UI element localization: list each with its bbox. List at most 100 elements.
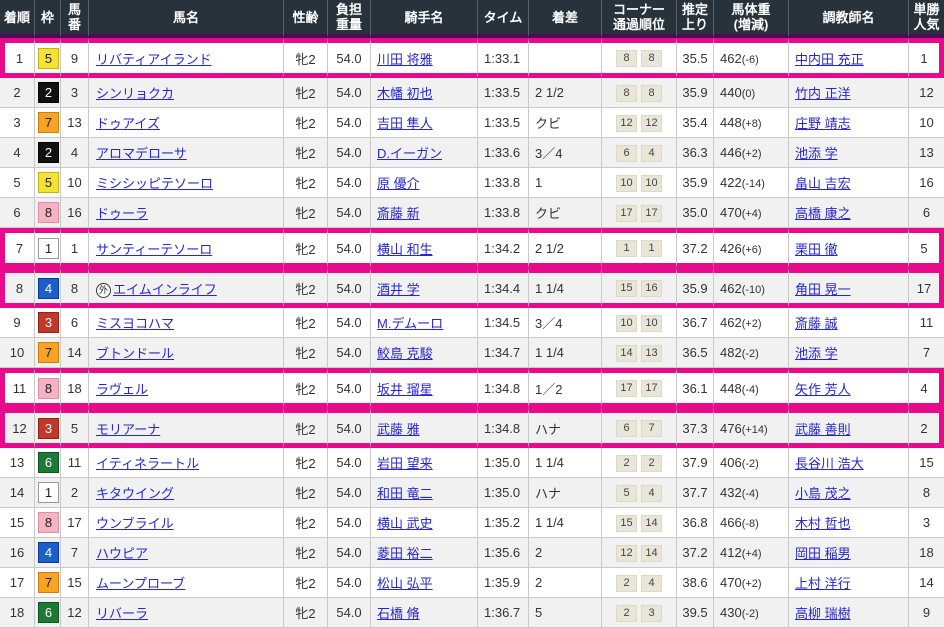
frame-number-cell: 3 [35, 308, 61, 338]
margin: 3／4 [529, 138, 602, 168]
horse-weight: 446(+2) [714, 138, 789, 168]
horse-weight: 462(-10) [714, 268, 789, 308]
frame-number-cell: 2 [35, 78, 61, 108]
horse-weight: 462(+2) [714, 308, 789, 338]
finish-position: 4 [0, 138, 35, 168]
frame-number-badge: 3 [38, 418, 59, 439]
finish-time: 1:33.6 [478, 138, 529, 168]
horse-weight: 440(0) [714, 78, 789, 108]
horse-name-link[interactable]: ミシシッピテソーロ [96, 176, 213, 191]
horse-name-link[interactable]: シンリョクカ [96, 86, 174, 101]
corner-passing-order: 1717 [602, 368, 677, 408]
trainer-cell: 栗田 徹 [789, 228, 909, 268]
finish-position: 18 [0, 598, 35, 628]
jockey-link[interactable]: 武藤 雅 [377, 422, 420, 437]
trainer-link[interactable]: 池添 学 [795, 346, 838, 361]
trainer-link[interactable]: 小島 茂之 [795, 486, 851, 501]
margin: クビ [529, 108, 602, 138]
trainer-cell: 上村 洋行 [789, 568, 909, 598]
horse-name-link[interactable]: キタウイング [96, 486, 174, 501]
horse-number: 17 [61, 508, 89, 538]
jockey-link[interactable]: 菱田 裕二 [377, 546, 433, 561]
horse-name-link[interactable]: ドゥーラ [96, 206, 148, 221]
jockey-link[interactable]: 横山 和生 [377, 242, 433, 257]
result-row: 3713ドゥアイズ牝254.0吉田 隼人1:33.5クビ121235.4448(… [0, 108, 944, 138]
trainer-link[interactable]: 矢作 芳人 [795, 382, 851, 397]
sex-age: 牝2 [284, 78, 328, 108]
trainer-link[interactable]: 木村 哲也 [795, 516, 851, 531]
corner-position-box: 13 [641, 345, 662, 362]
jockey-link[interactable]: 鮫島 克駿 [377, 346, 433, 361]
jockey-link[interactable]: 横山 武史 [377, 516, 433, 531]
trainer-link[interactable]: 角田 晃一 [795, 282, 851, 297]
frame-number-cell: 1 [35, 228, 61, 268]
horse-number: 13 [61, 108, 89, 138]
trainer-link[interactable]: 庄野 靖志 [795, 116, 851, 131]
trainer-link[interactable]: 斎藤 誠 [795, 316, 838, 331]
frame-number-badge: 2 [38, 82, 59, 103]
horse-name-link[interactable]: エイムインライフ [113, 282, 217, 297]
win-popularity: 16 [909, 168, 944, 198]
frame-number-badge: 6 [38, 602, 59, 623]
win-popularity: 12 [909, 78, 944, 108]
jockey-link[interactable]: 和田 竜二 [377, 486, 433, 501]
jockey-link[interactable]: 原 優介 [377, 176, 420, 191]
jockey-link[interactable]: M.デムーロ [377, 316, 443, 331]
corner-position-box: 17 [641, 205, 662, 222]
horse-name-link[interactable]: ブトンドール [96, 346, 174, 361]
sex-age: 牝2 [284, 338, 328, 368]
horse-weight-diff: (+2) [742, 578, 762, 590]
trainer-link[interactable]: 高柳 瑞樹 [795, 606, 851, 621]
horse-name-link[interactable]: サンティーテソーロ [96, 242, 212, 257]
trainer-link[interactable]: 長谷川 浩大 [795, 456, 864, 471]
jockey-link[interactable]: 斎藤 新 [377, 206, 420, 221]
corner-passing-order: 1010 [602, 308, 677, 338]
corner-position-box: 15 [616, 280, 637, 297]
horse-name-link[interactable]: イティネラートル [96, 456, 199, 471]
sex-age: 牝2 [284, 538, 328, 568]
trainer-link[interactable]: 高橋 康之 [795, 206, 851, 221]
trainer-link[interactable]: 竹内 正洋 [795, 86, 851, 101]
horse-weight: 470(+4) [714, 198, 789, 228]
horse-name-link[interactable]: リバティアイランド [96, 52, 212, 67]
corner-position-box: 16 [641, 280, 662, 297]
horse-name-link[interactable]: アロマデローサ [96, 146, 187, 161]
horse-name-link[interactable]: ドゥアイズ [96, 116, 160, 131]
trainer-link[interactable]: 栗田 徹 [795, 242, 838, 257]
horse-weight-diff: (-2) [742, 458, 759, 470]
jockey-link[interactable]: 石橋 脩 [377, 606, 420, 621]
horse-weight-diff: (-2) [742, 608, 759, 620]
jockey-link[interactable]: 岩田 望来 [377, 456, 433, 471]
trainer-link[interactable]: 武藤 善則 [795, 422, 851, 437]
horse-name-link[interactable]: ハウピア [96, 546, 148, 561]
horse-name-link[interactable]: リバーラ [96, 606, 148, 621]
horse-name-link[interactable]: ラヴェル [96, 382, 148, 397]
trainer-cell: 池添 学 [789, 338, 909, 368]
corner-passing-order: 1214 [602, 538, 677, 568]
horse-name-link[interactable]: ウンブライル [96, 516, 174, 531]
jockey-link[interactable]: D.イーガン [377, 146, 442, 161]
trainer-link[interactable]: 池添 学 [795, 146, 838, 161]
frame-number-badge: 8 [38, 512, 59, 533]
frame-number-badge: 3 [38, 312, 59, 333]
win-popularity: 8 [909, 478, 944, 508]
jockey-link[interactable]: 川田 将雅 [377, 52, 433, 67]
horse-name-link[interactable]: モリアーナ [96, 422, 160, 437]
trainer-link[interactable]: 中内田 充正 [795, 52, 864, 67]
horse-number: 12 [61, 598, 89, 628]
col-header-sex_age: 性齢 [284, 0, 328, 38]
sex-age: 牝2 [284, 228, 328, 268]
col-header-pos: 着順 [0, 0, 35, 38]
trainer-link[interactable]: 畠山 吉宏 [795, 176, 851, 191]
jockey-link[interactable]: 吉田 隼人 [377, 116, 433, 131]
jockey-link[interactable]: 木幡 初也 [377, 86, 433, 101]
corner-position-box: 6 [616, 420, 637, 437]
finish-position: 2 [0, 78, 35, 108]
trainer-link[interactable]: 岡田 稲男 [795, 546, 851, 561]
jockey-link[interactable]: 坂井 瑠星 [377, 382, 433, 397]
finish-position: 10 [0, 338, 35, 368]
col-header-jockey: 騎手名 [371, 0, 478, 38]
jockey-link[interactable]: 酒井 学 [377, 282, 420, 297]
horse-number: 9 [61, 38, 89, 78]
horse-name-link[interactable]: ミスヨコハマ [96, 316, 174, 331]
